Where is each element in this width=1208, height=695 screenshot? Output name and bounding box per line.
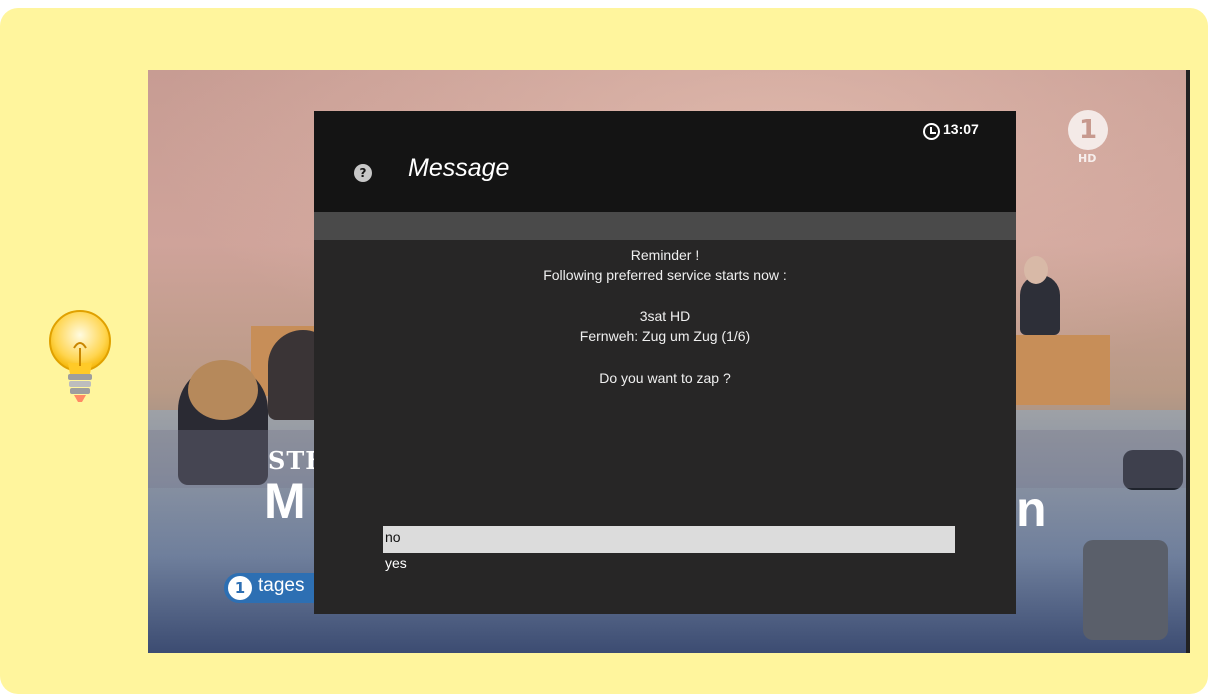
option-no[interactable]: no (383, 526, 955, 553)
person-front-head (188, 360, 258, 420)
message-line-service: Following preferred service starts now : (543, 267, 787, 283)
lightbulb-icon (49, 310, 111, 402)
header-separator (314, 212, 1016, 240)
news-brand-label: tages (258, 575, 305, 596)
bag (1083, 540, 1168, 640)
news-logo-icon: 1 (228, 576, 252, 600)
ticker-headline-tail: n (1016, 481, 1047, 537)
message-line-program: Fernweh: Zug um Zug (1/6) (579, 328, 751, 344)
option-yes[interactable]: yes (383, 552, 955, 579)
person-right-head (1024, 256, 1048, 284)
clock-time: 13:07 (943, 121, 979, 137)
help-icon: ? (354, 164, 372, 182)
dialog-header: 13:07 ? Message (314, 111, 1016, 212)
message-line-reminder: Reminder ! (630, 247, 700, 263)
channel-hd-badge: HD (1078, 152, 1097, 165)
message-line-question: Do you want to zap ? (599, 370, 731, 386)
clock-icon (923, 123, 940, 140)
message-line-channel: 3sat HD (639, 308, 691, 324)
channel-logo-icon: 1 (1068, 110, 1108, 150)
message-dialog: 13:07 ? Message Reminder ! Following pre… (314, 111, 1016, 614)
screen-edge (1186, 70, 1190, 653)
dialog-title: Message (408, 154, 510, 182)
person-right (1020, 275, 1060, 335)
ticker-headline: M (264, 473, 306, 529)
table-right (1010, 335, 1110, 405)
